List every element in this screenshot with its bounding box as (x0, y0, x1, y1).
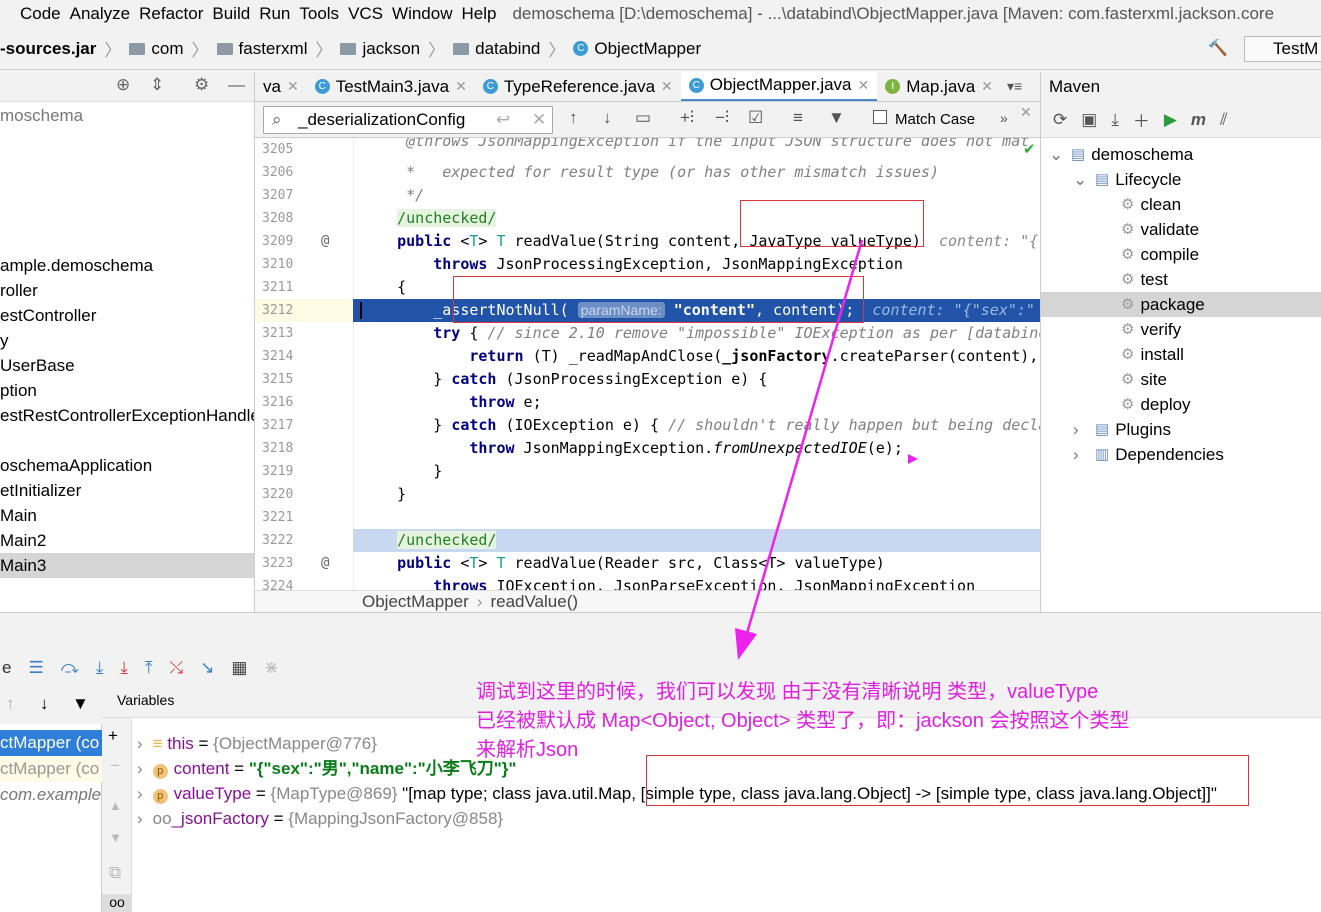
annotation-arrow (735, 239, 918, 660)
